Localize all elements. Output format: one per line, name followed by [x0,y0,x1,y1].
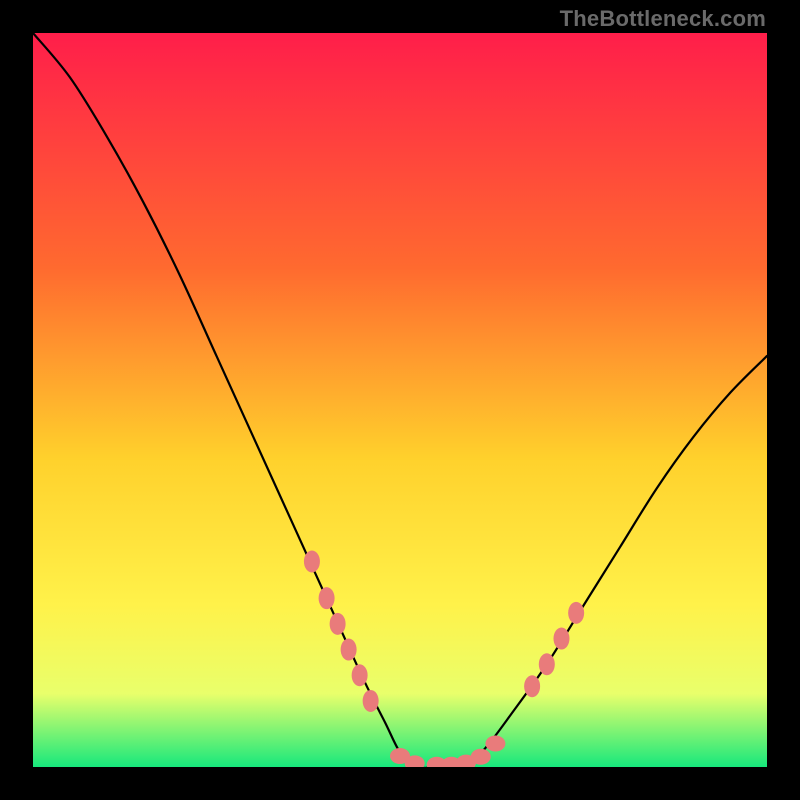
data-marker [539,653,555,675]
data-marker [330,613,346,635]
data-marker [319,587,335,609]
data-marker [524,675,540,697]
data-marker [341,639,357,661]
chart-frame [33,33,767,767]
gradient-background [33,33,767,767]
data-marker [352,664,368,686]
data-marker [471,749,491,765]
data-marker [304,550,320,572]
data-marker [485,736,505,752]
data-marker [553,628,569,650]
watermark-text: TheBottleneck.com [560,6,766,32]
data-marker [363,690,379,712]
bottleneck-chart [33,33,767,767]
data-marker [568,602,584,624]
